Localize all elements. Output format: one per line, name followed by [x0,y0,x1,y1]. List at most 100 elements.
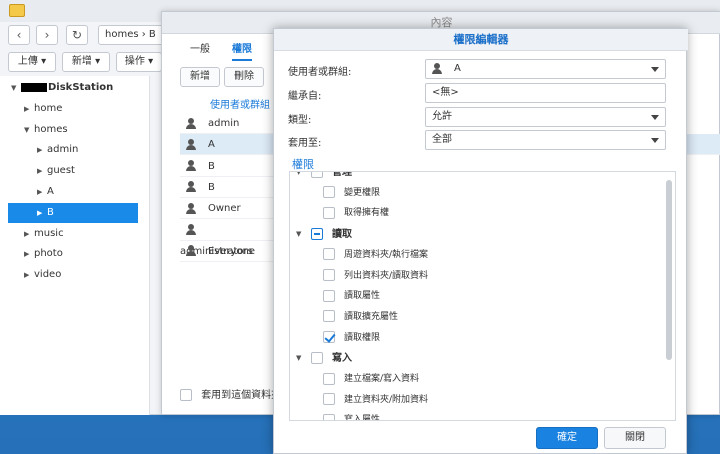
inherit-label: 繼承自: [288,91,322,102]
permission-label: 變更權限 [344,187,381,198]
permission-item[interactable]: 取得擁有權 [290,203,660,224]
user-select-value: A [454,63,461,74]
permission-group[interactable]: ▼ 管理 [290,171,660,183]
permission-item[interactable]: 周遊資料夾/執行檔案 [290,245,660,266]
user-name: B [208,181,215,193]
caret-right-icon[interactable]: ▶ [24,224,34,244]
type-select[interactable]: 允許 [425,107,666,127]
tree-item-label: DiskStation [48,82,114,93]
permission-item[interactable]: 讀取屬性 [290,286,660,307]
close-button[interactable]: 關閉 [604,427,666,449]
forward-button[interactable]: › [36,25,58,45]
delete-button[interactable]: 刪除 [224,67,264,87]
permission-checkbox[interactable] [323,269,335,281]
caret-down-icon[interactable]: ▼ [296,224,301,245]
permission-checkbox[interactable] [311,352,323,365]
tree-item[interactable]: ▶ photo [8,244,138,264]
permission-list-content: ▼ 管理變更權限取得擁有權 ▼ 讀取 周遊資料夾/執行檔案 列出資料夾/讀取資料讀取屬性讀… [290,171,660,420]
tab-permission[interactable]: 權限 [232,40,252,61]
create-button[interactable]: 新增 ▾ [62,52,110,72]
caret-right-icon[interactable]: ▶ [24,265,34,285]
permission-checkbox[interactable] [323,413,335,420]
tree-item[interactable]: ▶ home [8,99,138,119]
user-row[interactable]: admin [180,113,280,134]
ok-button[interactable]: 確定 [536,427,598,449]
user-row[interactable]: Owner [180,198,280,220]
permission-group[interactable]: ▼ 讀取 [290,224,660,245]
tab-general[interactable]: 一般 [190,40,210,55]
permission-item[interactable]: 讀取權限 [290,328,660,349]
tree-item-label: guest [47,165,75,177]
caret-down-icon[interactable]: ▼ [296,348,301,369]
permission-checkbox[interactable] [311,172,323,178]
permission-label: 寫入 [332,353,352,365]
permission-checkbox[interactable] [323,248,335,261]
user-name: B [208,160,215,172]
caret-right-icon[interactable]: ▶ [24,244,34,264]
apply-to-select[interactable]: 全部 [425,130,666,150]
path-bar[interactable]: homes › B [98,25,168,45]
user-row[interactable]: B [180,177,280,198]
add-button[interactable]: 新增 [180,67,220,87]
permission-section-title: 權限 [292,158,314,171]
apply-to-label: 套用至: [288,138,322,149]
user-name: Owner [208,203,241,215]
caret-right-icon[interactable]: ▶ [37,182,47,202]
tree-item[interactable]: ▶ guest [8,161,138,181]
user-name: admin [208,118,240,129]
permission-checkbox[interactable] [323,206,335,219]
chevron-right-icon: › [44,28,50,42]
permission-item[interactable]: 列出資料夾/讀取資料 [290,266,660,287]
caret-right-icon[interactable]: ▶ [24,99,34,119]
permission-label: 讀取屬性 [344,291,381,302]
permission-item[interactable]: 讀取擴充屬性 [290,307,660,328]
caret-down-icon[interactable]: ▼ [24,120,34,140]
user-select[interactable]: A [425,59,666,79]
permission-label: 管理 [332,171,352,178]
permission-checkbox[interactable] [323,331,335,344]
user-row[interactable]: B [180,156,280,177]
permission-item[interactable]: 建立資料夾/附加資料 [290,390,660,411]
permission-checkbox[interactable] [323,372,335,385]
user-row[interactable]: Everyone [180,241,280,262]
upload-button[interactable]: 上傳 ▾ [8,52,56,72]
caret-down-icon[interactable]: ▼ [296,172,301,183]
permission-item[interactable]: 建立檔案/寫入資料 [290,369,660,390]
tree-item-label: home [34,102,63,114]
permission-checkbox[interactable] [323,393,335,406]
editor-title: 權限編輯器 [274,29,688,51]
caret-down-icon[interactable]: ▼ [11,78,21,98]
apply-subfolders-option[interactable]: 套用到這個資料夾 [180,386,281,401]
tree-item-label: admin [47,144,79,156]
caret-right-icon[interactable]: ▶ [37,161,47,181]
permission-checkbox[interactable] [323,289,335,302]
permission-item[interactable]: 變更權限 [290,183,660,204]
folder-icon [9,4,25,17]
back-button[interactable]: ‹ [8,25,30,45]
tree-item[interactable]: ▶ video [8,265,138,285]
refresh-button[interactable]: ↻ [66,25,88,45]
tree-item[interactable]: ▼ DiskStation [8,78,138,98]
chevron-down-icon [651,67,659,72]
tree-item-label: video [34,269,62,281]
tree-item[interactable]: ▶ A [8,182,138,202]
folder-tree: ▼ DiskStation ▶ home ▼ homes ▶ admin ▶ guest ▶ A ▶ B ▶… [0,76,150,415]
tree-item[interactable]: ▶ B [8,202,138,223]
user-row[interactable]: administrators [180,220,280,257]
permission-checkbox[interactable] [323,186,335,199]
group-icon [186,224,196,235]
tree-item[interactable]: ▶ admin [8,140,138,160]
permission-checkbox[interactable] [311,228,323,241]
permission-group[interactable]: ▼ 寫入 [290,348,660,369]
caret-right-icon[interactable]: ▶ [37,140,47,160]
permission-item[interactable]: 寫入屬性 [290,410,660,420]
permission-label: 讀取權限 [344,332,381,343]
scrollbar[interactable] [666,180,672,360]
apply-subfolders-checkbox[interactable] [180,389,192,401]
tree-item[interactable]: ▼ homes [8,120,138,140]
permission-checkbox[interactable] [323,310,335,323]
tree-item[interactable]: ▶ music [8,224,138,244]
caret-right-icon[interactable]: ▶ [37,203,47,223]
action-button[interactable]: 操作 ▾ [116,52,162,72]
column-header-user[interactable]: 使用者或群組 [210,96,270,111]
